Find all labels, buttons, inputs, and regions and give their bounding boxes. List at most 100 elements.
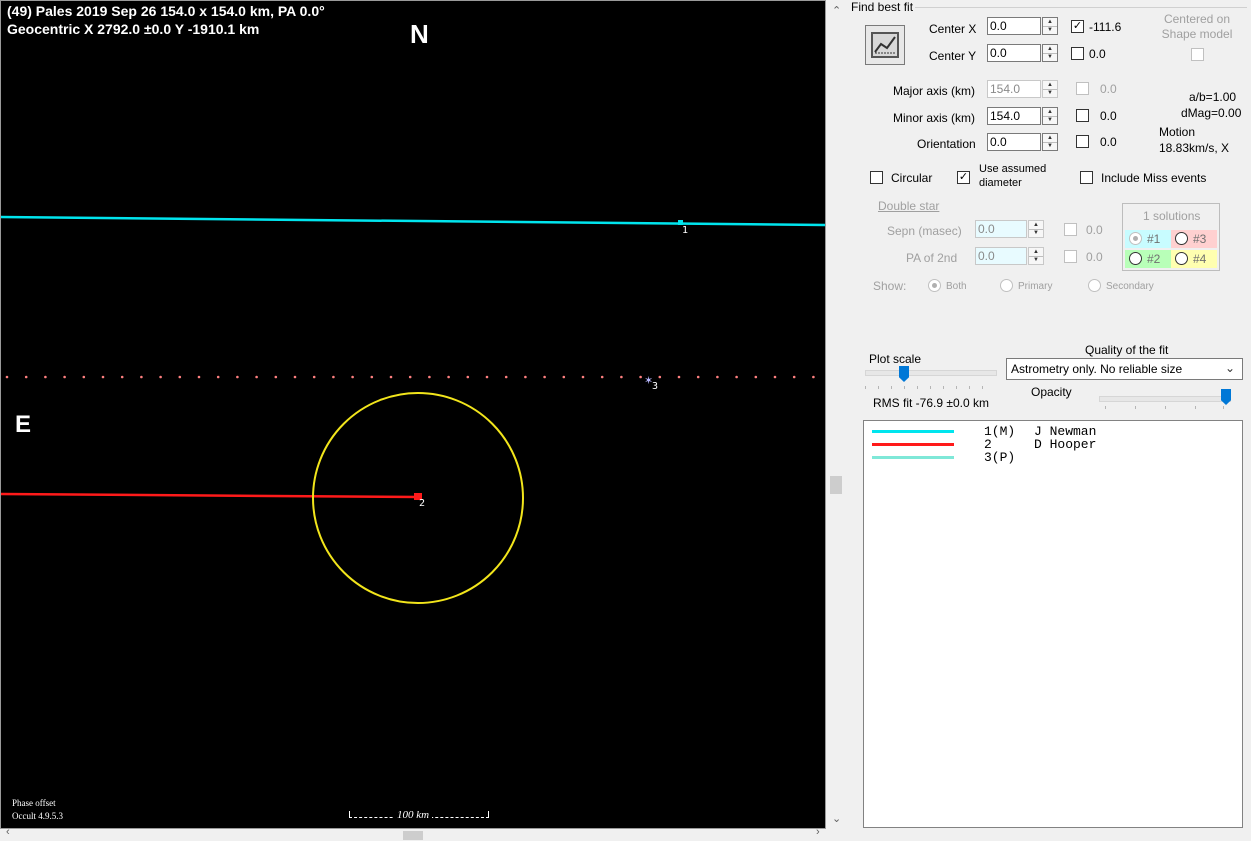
opacity-slider[interactable] [1099, 396, 1231, 402]
horizontal-scroll-thumb[interactable] [403, 831, 423, 840]
scroll-up-icon[interactable]: ⌃ [832, 4, 841, 17]
plot-vertical-scrollbar[interactable]: ⌃ ⌄ [826, 0, 848, 829]
orientation-fit-checkbox[interactable] [1076, 135, 1089, 148]
opacity-ticks [1105, 406, 1225, 409]
minor-axis-fit-value: 0.0 [1100, 109, 1117, 123]
pa2-fit-checkbox[interactable] [1064, 250, 1077, 263]
miss-dot [562, 375, 566, 379]
center-x-label: Center X [929, 22, 977, 36]
pa2-input[interactable]: 0.0 [975, 247, 1027, 265]
solution-4-label: #4 [1193, 252, 1207, 266]
chord-2-line [1, 492, 420, 499]
scroll-right-icon[interactable]: › [816, 826, 820, 838]
legend-observer-name: D Hooper [1034, 437, 1097, 452]
minor-axis-label: Minor axis (km) [893, 111, 976, 125]
use-assumed-diameter-checkbox[interactable]: ✓ [957, 171, 970, 184]
circular-checkbox[interactable] [870, 171, 883, 184]
miss-dot [120, 375, 124, 379]
miss-dot [101, 375, 105, 379]
show-label: Show: [873, 279, 907, 293]
chord-label-1: 1 [682, 225, 689, 236]
minor-axis-spinner[interactable]: ▲ ▼ [1042, 107, 1058, 125]
solution-1[interactable]: #1 [1125, 230, 1171, 248]
miss-dot [696, 375, 700, 379]
center-x-fit-checkbox[interactable]: ✓ [1071, 20, 1084, 33]
miss-dot [466, 375, 470, 379]
pa2-fit-value: 0.0 [1086, 250, 1103, 264]
solution-2[interactable]: #2 [1125, 250, 1171, 268]
major-axis-label: Major axis (km) [893, 84, 976, 98]
find-best-fit-label: Find best fit [849, 0, 916, 14]
legend-row[interactable]: 2D Hooper [864, 437, 1234, 452]
miss-dot [581, 375, 585, 379]
major-axis-input[interactable]: 154.0 [987, 80, 1041, 98]
solution-1-label: #1 [1147, 232, 1161, 246]
opacity-thumb[interactable] [1221, 389, 1231, 405]
orientation-fit-value: 0.0 [1100, 135, 1117, 149]
minor-axis-input[interactable]: 154.0 [987, 107, 1041, 125]
solution-4[interactable]: #4 [1171, 250, 1217, 268]
sepn-spinner[interactable]: ▲ ▼ [1028, 220, 1044, 238]
sepn-input[interactable]: 0.0 [975, 220, 1027, 238]
miss-dot [216, 375, 220, 379]
pa2-spinner[interactable]: ▲ ▼ [1028, 247, 1044, 265]
sepn-label: Sepn (masec) [887, 224, 962, 238]
plot-horizontal-scrollbar[interactable]: ‹ › [0, 826, 848, 841]
quality-dropdown[interactable]: Astrometry only. No reliable size ⌄ [1006, 358, 1243, 380]
find-best-fit-button[interactable] [865, 25, 905, 65]
scroll-down-icon[interactable]: ⌄ [832, 812, 841, 825]
include-miss-checkbox[interactable] [1080, 171, 1093, 184]
scroll-left-icon[interactable]: ‹ [6, 826, 10, 838]
sepn-fit-checkbox[interactable] [1064, 223, 1077, 236]
center-y-spinner[interactable]: ▲ ▼ [1042, 44, 1058, 62]
double-star-label: Double star [878, 199, 940, 213]
show-both-radio[interactable] [928, 279, 941, 292]
show-primary-label: Primary [1018, 281, 1053, 292]
major-axis-fit-checkbox[interactable] [1076, 82, 1089, 95]
dmag-value: dMag=0.00 [1181, 106, 1242, 120]
solution-2-radio[interactable] [1129, 252, 1142, 265]
observer-legend-list[interactable]: 1(M) J Newman 2 D Hooper 3(P) [863, 420, 1243, 828]
miss-dot [63, 375, 66, 379]
miss-dot [485, 375, 489, 379]
center-x-input[interactable]: 0.0 [987, 17, 1041, 35]
show-primary-radio[interactable] [1000, 279, 1013, 292]
miss-dot [620, 375, 623, 379]
miss-dot [716, 375, 719, 379]
center-y-label: Center Y [929, 49, 977, 63]
orientation-spinner[interactable]: ▲ ▼ [1042, 133, 1058, 151]
solution-3-radio[interactable] [1175, 232, 1188, 245]
center-y-input[interactable]: 0.0 [987, 44, 1041, 62]
occult-version-label: Occult 4.9.5.3 [12, 811, 63, 821]
center-x-spinner[interactable]: ▲ ▼ [1042, 17, 1058, 35]
plot-scale-slider[interactable] [865, 370, 997, 376]
major-axis-fit-value: 0.0 [1100, 82, 1117, 96]
miss-dot [639, 375, 642, 379]
solution-4-radio[interactable] [1175, 252, 1188, 265]
legend-row[interactable]: 3(P) [864, 450, 1234, 465]
occultation-plot[interactable]: ✶ (49) Pales 2019 Sep 26 154.0 x 154.0 k… [0, 0, 826, 829]
opacity-label: Opacity [1031, 385, 1072, 399]
major-axis-spinner[interactable]: ▲ ▼ [1042, 80, 1058, 98]
motion-label: Motion [1159, 125, 1196, 139]
plot-scale-thumb[interactable] [899, 366, 909, 382]
north-label: N [410, 19, 429, 49]
miss-dot [197, 375, 201, 379]
center-y-fit-checkbox[interactable] [1071, 47, 1084, 60]
vertical-scroll-thumb[interactable] [830, 476, 842, 494]
fit-chart-icon [871, 32, 899, 58]
solution-1-radio[interactable] [1129, 232, 1142, 245]
miss-dot [389, 375, 393, 379]
solutions-title: 1 solutions [1143, 209, 1201, 223]
orientation-input[interactable]: 0.0 [987, 133, 1041, 151]
show-secondary-radio[interactable] [1088, 279, 1101, 292]
chord-label-2: 2 [419, 498, 426, 509]
minor-axis-fit-checkbox[interactable] [1076, 109, 1089, 122]
quality-label: Quality of the fit [1085, 343, 1169, 357]
centered-on-shape-checkbox[interactable] [1191, 48, 1204, 61]
centered-on-shape-label: Centered on Shape model [1161, 12, 1233, 41]
orientation-label: Orientation [917, 137, 976, 151]
miss-dot [44, 375, 47, 379]
solution-3[interactable]: #3 [1171, 230, 1217, 248]
miss-dot [792, 375, 796, 379]
